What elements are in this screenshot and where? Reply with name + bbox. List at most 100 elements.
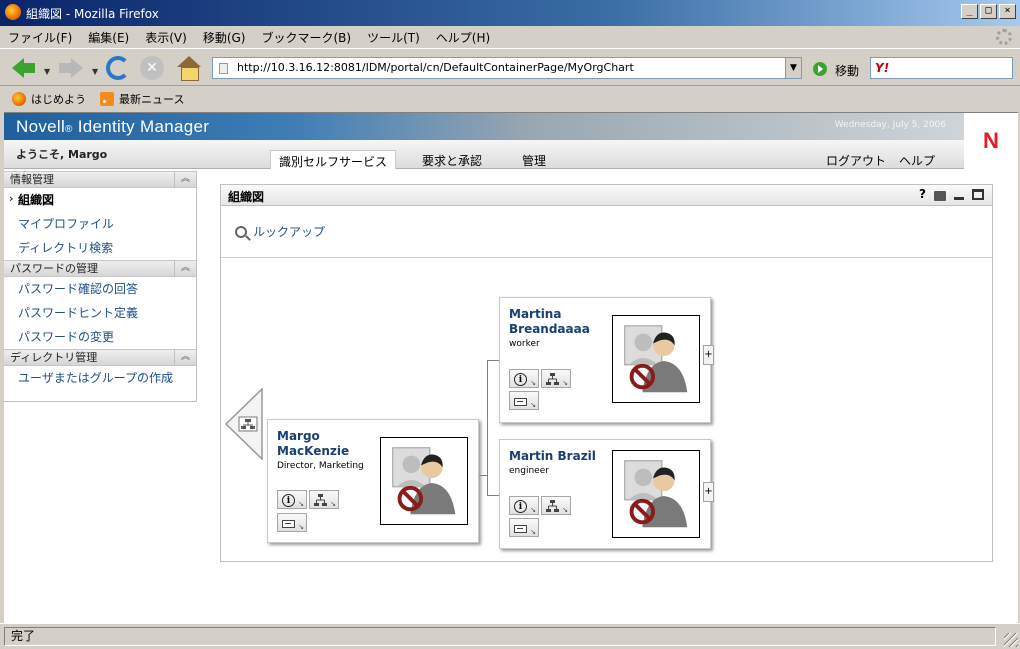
org-chart-button[interactable]: ↘	[541, 496, 571, 515]
portal-banner: Novell® Identity Manager Wednesday, July…	[4, 113, 964, 140]
portlet-header: 組織図 ?	[221, 185, 992, 206]
reload-icon[interactable]	[106, 56, 130, 80]
forward-history-dropdown-icon[interactable]: ▼	[92, 67, 98, 76]
go-icon[interactable]	[813, 62, 827, 76]
bookmarks-toolbar: はじめよう 最新ニュース	[0, 87, 1020, 111]
sidebar-item-org-chart[interactable]: 組織図	[4, 187, 196, 212]
lookup-label[interactable]: ルックアップ	[253, 223, 325, 240]
collapse-icon[interactable]: ︽	[174, 349, 196, 366]
window-title: 組織図 - Mozilla Firefox	[26, 7, 159, 21]
org-chart-icon	[314, 494, 327, 506]
person-name[interactable]: Margo MacKenzie	[277, 429, 349, 459]
menu-help[interactable]: ヘルプ(H)	[436, 29, 490, 46]
info-button[interactable]: i ↘	[509, 369, 539, 388]
status-text: 完了	[4, 627, 996, 646]
page-viewport: Novell® Identity Manager Wednesday, July…	[4, 112, 1018, 623]
show-manager-arrow-icon[interactable]	[224, 387, 263, 461]
back-history-dropdown-icon[interactable]: ▼	[44, 67, 50, 76]
sidebar-item-my-profile[interactable]: マイプロファイル	[4, 212, 196, 236]
bookmark-getting-started[interactable]: はじめよう	[12, 91, 86, 107]
org-card-report[interactable]: Martina Breandaaaa worker i ↘ ↘ ↘	[499, 297, 711, 423]
menu-file[interactable]: ファイル(F)	[8, 29, 72, 46]
person-photo-placeholder	[612, 450, 700, 538]
sidebar-item-password-answers[interactable]: パスワード確認の回答	[4, 277, 196, 301]
yahoo-search-icon[interactable]: Y!	[875, 61, 889, 75]
no-photo-icon	[624, 460, 688, 528]
portlet-title: 組織図	[228, 190, 265, 204]
back-arrow-icon[interactable]	[10, 55, 36, 81]
help-icon[interactable]: ?	[919, 187, 926, 201]
close-button[interactable]: ×	[999, 4, 1016, 19]
maximize-button[interactable]: □	[980, 4, 997, 19]
help-link[interactable]: ヘルプ	[899, 152, 935, 169]
info-button[interactable]: i ↘	[277, 490, 307, 509]
go-button-label[interactable]: 移動	[835, 62, 859, 79]
info-button[interactable]: i ↘	[509, 496, 539, 515]
org-chart-portlet: 組織図 ? ルックアップ Margo MacKenzie Director, M…	[220, 184, 993, 562]
tab-requests-approvals[interactable]: 要求と承認	[414, 150, 490, 169]
portal-tab-bar: ようこそ, Margo 識別セルフサービス 要求と承認 管理 ログアウト ヘルプ	[4, 140, 964, 169]
sidebar-item-directory-search[interactable]: ディレクトリ検索	[4, 236, 196, 260]
email-button[interactable]: ↘	[277, 513, 307, 532]
sidebar-section-password: パスワードの管理 ︽	[4, 260, 196, 277]
expand-reports-button[interactable]: +	[703, 345, 714, 365]
menu-view[interactable]: 表示(V)	[145, 29, 187, 46]
menu-bookmarks[interactable]: ブックマーク(B)	[261, 29, 351, 46]
forward-arrow-icon[interactable]	[58, 55, 84, 81]
org-chart-button[interactable]: ↘	[309, 490, 339, 509]
magnifier-icon	[235, 225, 247, 238]
url-dropdown-icon[interactable]: ▼	[785, 58, 801, 78]
person-title: Director, Marketing	[277, 461, 364, 471]
firefox-icon	[5, 4, 21, 20]
person-title: engineer	[509, 466, 549, 476]
no-photo-icon	[624, 325, 688, 393]
navigation-toolbar: ▼ ▼ ✕ http://10.3.16.12:8081/IDM/portal/…	[0, 48, 1020, 86]
menu-go[interactable]: 移動(G)	[203, 29, 246, 46]
info-icon: i	[282, 494, 295, 507]
sidebar-item-password-hint[interactable]: パスワードヒント定義	[4, 301, 196, 325]
expand-reports-button[interactable]: +	[703, 482, 714, 502]
minimize-icon[interactable]	[954, 197, 964, 200]
org-chart-button[interactable]: ↘	[541, 369, 571, 388]
portlet-tools: ?	[919, 187, 984, 201]
connector-line	[487, 360, 488, 495]
person-name[interactable]: Martin Brazil	[509, 449, 596, 464]
collapse-icon[interactable]: ︽	[174, 260, 196, 277]
portal-date: Wednesday, July 5, 2006	[834, 120, 946, 130]
search-box[interactable]: Y!	[870, 57, 1013, 79]
menu-edit[interactable]: 編集(E)	[88, 29, 129, 46]
email-icon	[514, 525, 527, 533]
novell-logo: N	[964, 113, 1018, 169]
sidebar-item-create-user-group[interactable]: ユーザまたはグループの作成	[4, 366, 196, 390]
org-chart-icon	[546, 500, 559, 512]
print-icon[interactable]	[934, 191, 946, 201]
sidebar-section-directory: ディレクトリ管理 ︽	[4, 349, 196, 366]
org-card-report[interactable]: Martin Brazil engineer i ↘ ↘ ↘	[499, 439, 711, 549]
collapse-icon[interactable]: ︽	[174, 171, 196, 188]
throbber-icon	[996, 29, 1012, 45]
url-bar[interactable]: http://10.3.16.12:8081/IDM/portal/cn/Def…	[212, 57, 802, 79]
email-button[interactable]: ↘	[509, 391, 539, 410]
bookmark-label: 最新ニュース	[119, 93, 185, 106]
menu-tools[interactable]: ツール(T)	[367, 29, 420, 46]
url-text[interactable]: http://10.3.16.12:8081/IDM/portal/cn/Def…	[237, 61, 634, 74]
email-button[interactable]: ↘	[509, 518, 539, 537]
sidebar-item-change-password[interactable]: パスワードの変更	[4, 325, 196, 349]
resize-grip-icon[interactable]	[1004, 633, 1018, 647]
org-card-manager[interactable]: Margo MacKenzie Director, Marketing i ↘ ↘…	[267, 419, 479, 543]
stop-icon[interactable]: ✕	[140, 56, 164, 80]
status-bar: 完了	[0, 623, 1020, 649]
lookup-link[interactable]: ルックアップ	[235, 223, 325, 240]
bookmark-latest-news[interactable]: 最新ニュース	[100, 91, 184, 107]
tab-administration[interactable]: 管理	[514, 150, 554, 169]
person-name[interactable]: Martina Breandaaaa	[509, 307, 590, 337]
email-icon	[514, 398, 527, 406]
window-titlebar: 組織図 - Mozilla Firefox _ □ ×	[0, 0, 1020, 26]
minimize-button[interactable]: _	[961, 4, 978, 19]
no-photo-icon	[392, 447, 456, 515]
maximize-icon[interactable]	[972, 189, 984, 200]
logout-link[interactable]: ログアウト	[826, 152, 886, 169]
welcome-text: ようこそ, Margo	[16, 148, 108, 161]
home-icon[interactable]	[176, 55, 202, 81]
tab-identity-self-service[interactable]: 識別セルフサービス	[270, 150, 397, 169]
